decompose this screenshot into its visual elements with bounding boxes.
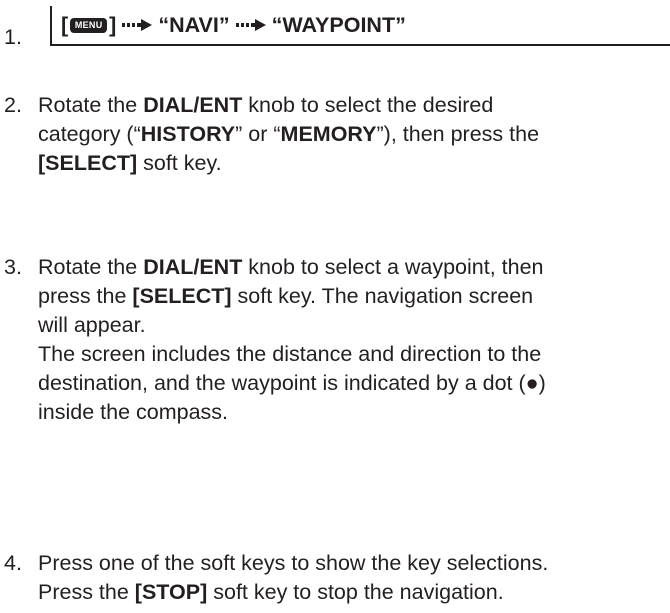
bold-term: [SELECT] — [132, 284, 232, 308]
text-line: Rotate the DIAL/ENT knob to select the d… — [38, 93, 494, 117]
step-number: 1. — [4, 25, 22, 49]
step-text: Rotate the DIAL/ENT knob to select the d… — [38, 91, 666, 178]
bold-term: MEMORY — [280, 122, 377, 146]
text-line: Rotate the DIAL/ENT knob to select a way… — [38, 255, 544, 279]
text-line: [SELECT] soft key. — [38, 151, 222, 175]
menu-item-waypoint: “WAYPOINT” — [271, 12, 406, 37]
bold-term: DIAL/ENT — [143, 255, 243, 279]
bold-term: [STOP] — [134, 580, 208, 604]
text-line: inside the compass. — [38, 400, 229, 424]
bold-term: DIAL/ENT — [143, 93, 243, 117]
text-line: destination, and the waypoint is indicat… — [38, 371, 546, 395]
bold-term: [SELECT] — [38, 151, 138, 175]
menu-item-navi: “NAVI” — [158, 12, 230, 37]
arrow-right-icon — [122, 19, 153, 31]
text-line: The screen includes the distance and dir… — [38, 342, 542, 366]
arrow-right-icon — [235, 19, 266, 31]
bracket-close: ] — [109, 12, 117, 37]
step-text: Rotate the DIAL/ENT knob to select a way… — [38, 253, 666, 427]
text-line: press the [SELECT] soft key. The navigat… — [38, 284, 534, 308]
step-text: Press one of the soft keys to show the k… — [38, 549, 666, 607]
bracket-open: [ — [61, 12, 69, 37]
text-line: category (“HISTORY” or “MEMORY”), then p… — [38, 122, 540, 146]
menu-key-icon: MENU — [70, 17, 108, 33]
text-line: Press the [STOP] soft key to stop the na… — [38, 580, 504, 604]
menu-path: [ MENU ] “NAVI” “WAYPOINT” — [50, 6, 670, 46]
bold-term: HISTORY — [140, 122, 236, 146]
text-line: Press one of the soft keys to show the k… — [38, 551, 549, 575]
text-line: will appear. — [38, 313, 146, 337]
